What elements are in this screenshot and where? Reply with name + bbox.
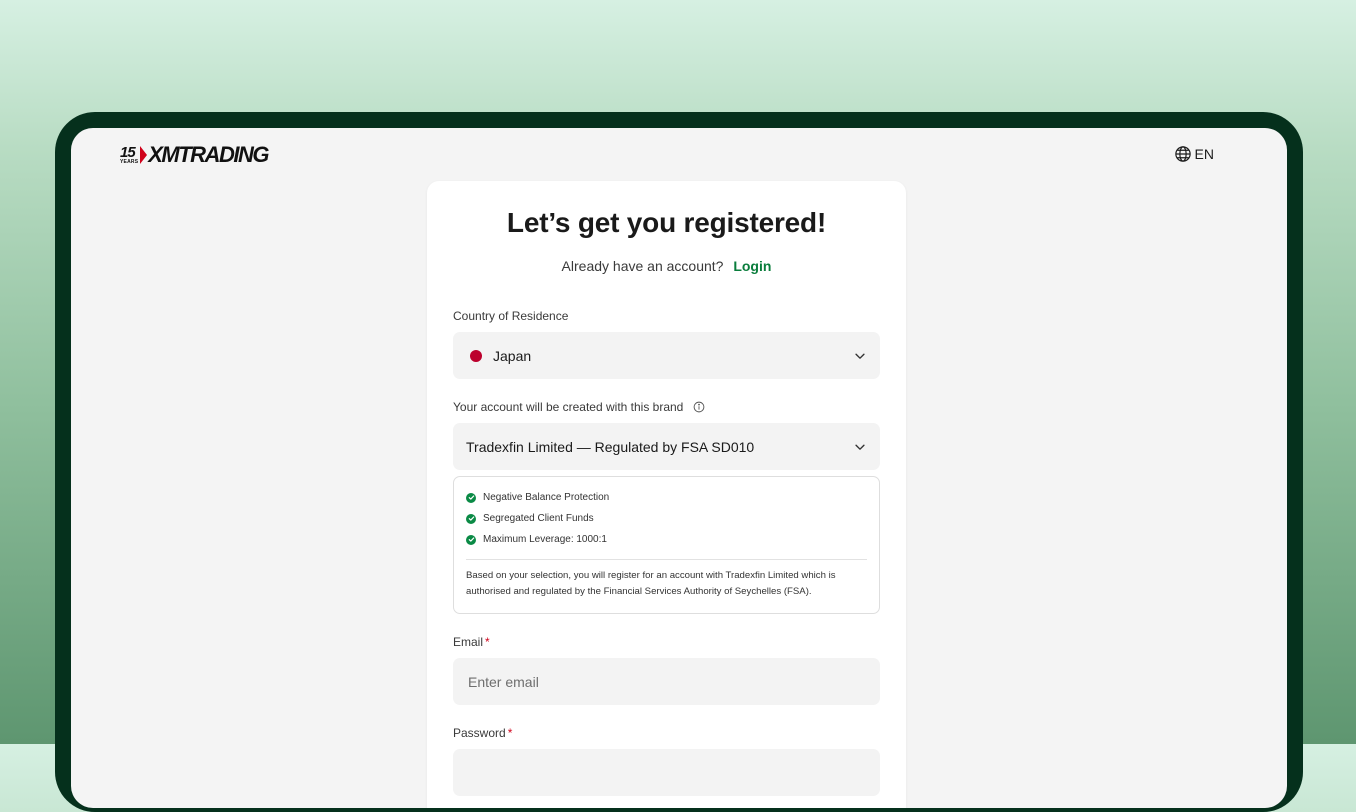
feature-label: Negative Balance Protection: [483, 492, 610, 503]
features-divider: [466, 559, 867, 560]
check-circle-icon: [466, 513, 476, 524]
country-label: Country of Residence: [453, 309, 569, 323]
password-label: Password: [453, 726, 506, 740]
have-account-text: Already have an account?: [561, 258, 724, 274]
feature-item: Negative Balance Protection: [466, 492, 609, 503]
regulation-note: Based on your selection, you will regist…: [466, 570, 836, 597]
brand-label-row: Your account will be created with this b…: [453, 400, 705, 414]
email-label-row: Email *: [453, 635, 490, 649]
country-select[interactable]: Japan: [453, 332, 880, 379]
email-label: Email: [453, 635, 484, 649]
password-field[interactable]: [453, 749, 880, 796]
xm-trading-logo[interactable]: 15 YEARS XMTRADING: [120, 142, 269, 167]
login-link[interactable]: Login: [733, 258, 771, 274]
device-frame: 15 YEARS XMTRADING EN Let’s get you regi…: [55, 112, 1303, 812]
language-selector[interactable]: EN: [1174, 145, 1214, 163]
brand-features-box: Negative Balance Protection Segregated C…: [453, 476, 880, 614]
check-circle-icon: [466, 534, 476, 545]
app-screen: 15 YEARS XMTRADING EN Let’s get you regi…: [71, 128, 1287, 808]
password-label-row: Password *: [453, 726, 512, 740]
brand-value: Tradexfin Limited — Regulated by FSA SD0…: [466, 438, 755, 455]
country-value: Japan: [493, 347, 532, 364]
logo-years-number: 15: [120, 144, 136, 161]
logo-brand-text: XMTRADING: [148, 142, 269, 167]
logo-anniversary: 15 YEARS: [120, 145, 138, 165]
feature-item: Segregated Client Funds: [466, 513, 594, 524]
info-icon[interactable]: [693, 401, 705, 413]
required-asterisk: *: [507, 726, 513, 740]
feature-item: Maximum Leverage: 1000:1: [466, 534, 607, 545]
chevron-down-icon: [855, 444, 865, 450]
page-title: Let’s get you registered!: [506, 207, 827, 238]
language-code: EN: [1194, 146, 1214, 162]
chevron-down-icon: [855, 353, 865, 359]
japan-flag-icon: [470, 349, 482, 362]
registration-card: Let’s get you registered! Already have a…: [427, 181, 906, 808]
brand-label: Your account will be created with this b…: [453, 400, 684, 414]
feature-label: Segregated Client Funds: [483, 513, 594, 524]
logo-chevron-icon: [140, 146, 148, 164]
email-field[interactable]: [453, 658, 880, 705]
login-prompt: Already have an account? Login: [427, 258, 906, 274]
logo-years-label: YEARS: [120, 159, 139, 165]
email-input[interactable]: [466, 672, 867, 691]
feature-label: Maximum Leverage: 1000:1: [483, 534, 607, 545]
globe-icon: [1174, 146, 1191, 162]
required-asterisk: *: [485, 635, 490, 649]
check-circle-icon: [466, 492, 476, 503]
brand-select[interactable]: Tradexfin Limited — Regulated by FSA SD0…: [453, 423, 880, 470]
